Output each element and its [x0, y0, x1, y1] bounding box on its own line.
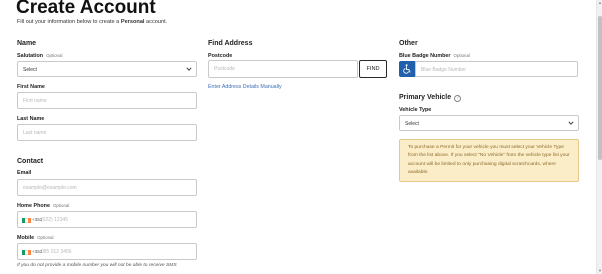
mobile-optional-tag: Optional: [37, 235, 54, 240]
find-button[interactable]: FIND: [359, 60, 387, 78]
chevron-down-icon: [186, 65, 192, 73]
vehicle-notice: To purchase a Permit for your vehicle yo…: [399, 139, 579, 182]
blue-badge-optional-tag: Optional: [453, 53, 470, 58]
enter-address-manually-link[interactable]: Enter Address Details Manually: [208, 84, 282, 90]
blue-badge-label-text: Blue Badge Number: [399, 53, 451, 59]
blue-badge-placeholder: Blue Badge Number: [421, 67, 467, 73]
home-phone-input[interactable]: +353 (022) 12345: [17, 211, 197, 228]
vehicle-type-select[interactable]: Select: [399, 115, 579, 131]
email-field[interactable]: example@example.com: [17, 179, 197, 196]
first-name-label: First Name: [17, 84, 45, 90]
home-phone-placeholder: (022) 12345: [41, 217, 68, 223]
name-section-heading: Name: [17, 40, 37, 47]
primary-vehicle-heading-text: Primary Vehicle: [399, 94, 452, 101]
salutation-select[interactable]: Select: [17, 61, 197, 77]
salutation-label: Salutation Optional: [17, 53, 62, 59]
vehicle-type-label: Vehicle Type: [399, 107, 432, 113]
salutation-select-value: Select: [23, 67, 37, 73]
home-phone-label-text: Home Phone: [17, 203, 50, 209]
last-name-label: Last Name: [17, 116, 45, 122]
chevron-down-icon: [568, 119, 574, 127]
home-phone-label: Home Phone Optional: [17, 203, 69, 209]
subtitle-text: Fill out your information below to creat…: [17, 19, 121, 25]
vehicle-type-select-value: Select: [405, 121, 419, 127]
last-name-placeholder: Last name: [23, 130, 47, 136]
scroll-up-arrow-icon[interactable]: ▲: [597, 0, 602, 6]
sms-footnote: If you do not provide a mobile number yo…: [17, 263, 177, 268]
scrollbar-thumb[interactable]: [598, 16, 602, 160]
postcode-input[interactable]: Postcode: [208, 60, 358, 78]
blue-badge-input[interactable]: Blue Badge Number: [415, 61, 578, 77]
first-name-input[interactable]: First name: [17, 92, 197, 109]
contact-section-heading: Contact: [17, 158, 44, 165]
last-name-input[interactable]: Last name: [17, 124, 197, 141]
salutation-label-text: Salutation: [17, 53, 44, 59]
other-section-heading: Other: [399, 40, 418, 47]
ireland-flag-icon[interactable]: [22, 218, 31, 223]
page-scrollbar[interactable]: ▲ ▼: [596, 0, 602, 274]
postcode-label: Postcode: [208, 53, 233, 59]
find-address-heading: Find Address: [208, 40, 253, 47]
mobile-label-text: Mobile: [17, 235, 35, 241]
email-placeholder: example@example.com: [23, 185, 77, 191]
mobile-input[interactable]: +353 085 012 3456: [17, 243, 197, 260]
postcode-placeholder: Postcode: [214, 66, 235, 72]
page-title: Create Account: [16, 0, 156, 18]
mobile-placeholder: 085 012 3456: [41, 249, 72, 255]
info-icon[interactable]: ?: [454, 94, 462, 102]
ireland-flag-icon[interactable]: [22, 250, 31, 255]
blue-badge-label: Blue Badge Number Optional: [399, 53, 470, 59]
create-account-page: Create Account Fill out your information…: [0, 0, 602, 274]
page-subtitle: Fill out your information below to creat…: [17, 19, 167, 25]
scroll-down-arrow-icon[interactable]: ▼: [597, 268, 602, 274]
home-phone-optional-tag: Optional: [52, 203, 70, 208]
first-name-placeholder: First name: [23, 98, 47, 104]
subtitle-account-type: Personal: [120, 19, 145, 25]
salutation-optional-tag: Optional: [46, 53, 63, 58]
subtitle-text-end: account.: [144, 19, 168, 25]
email-label: Email: [17, 170, 32, 176]
wheelchair-icon: [399, 61, 416, 77]
mobile-label: Mobile Optional: [17, 235, 53, 241]
primary-vehicle-heading: Primary Vehicle?: [399, 94, 462, 102]
